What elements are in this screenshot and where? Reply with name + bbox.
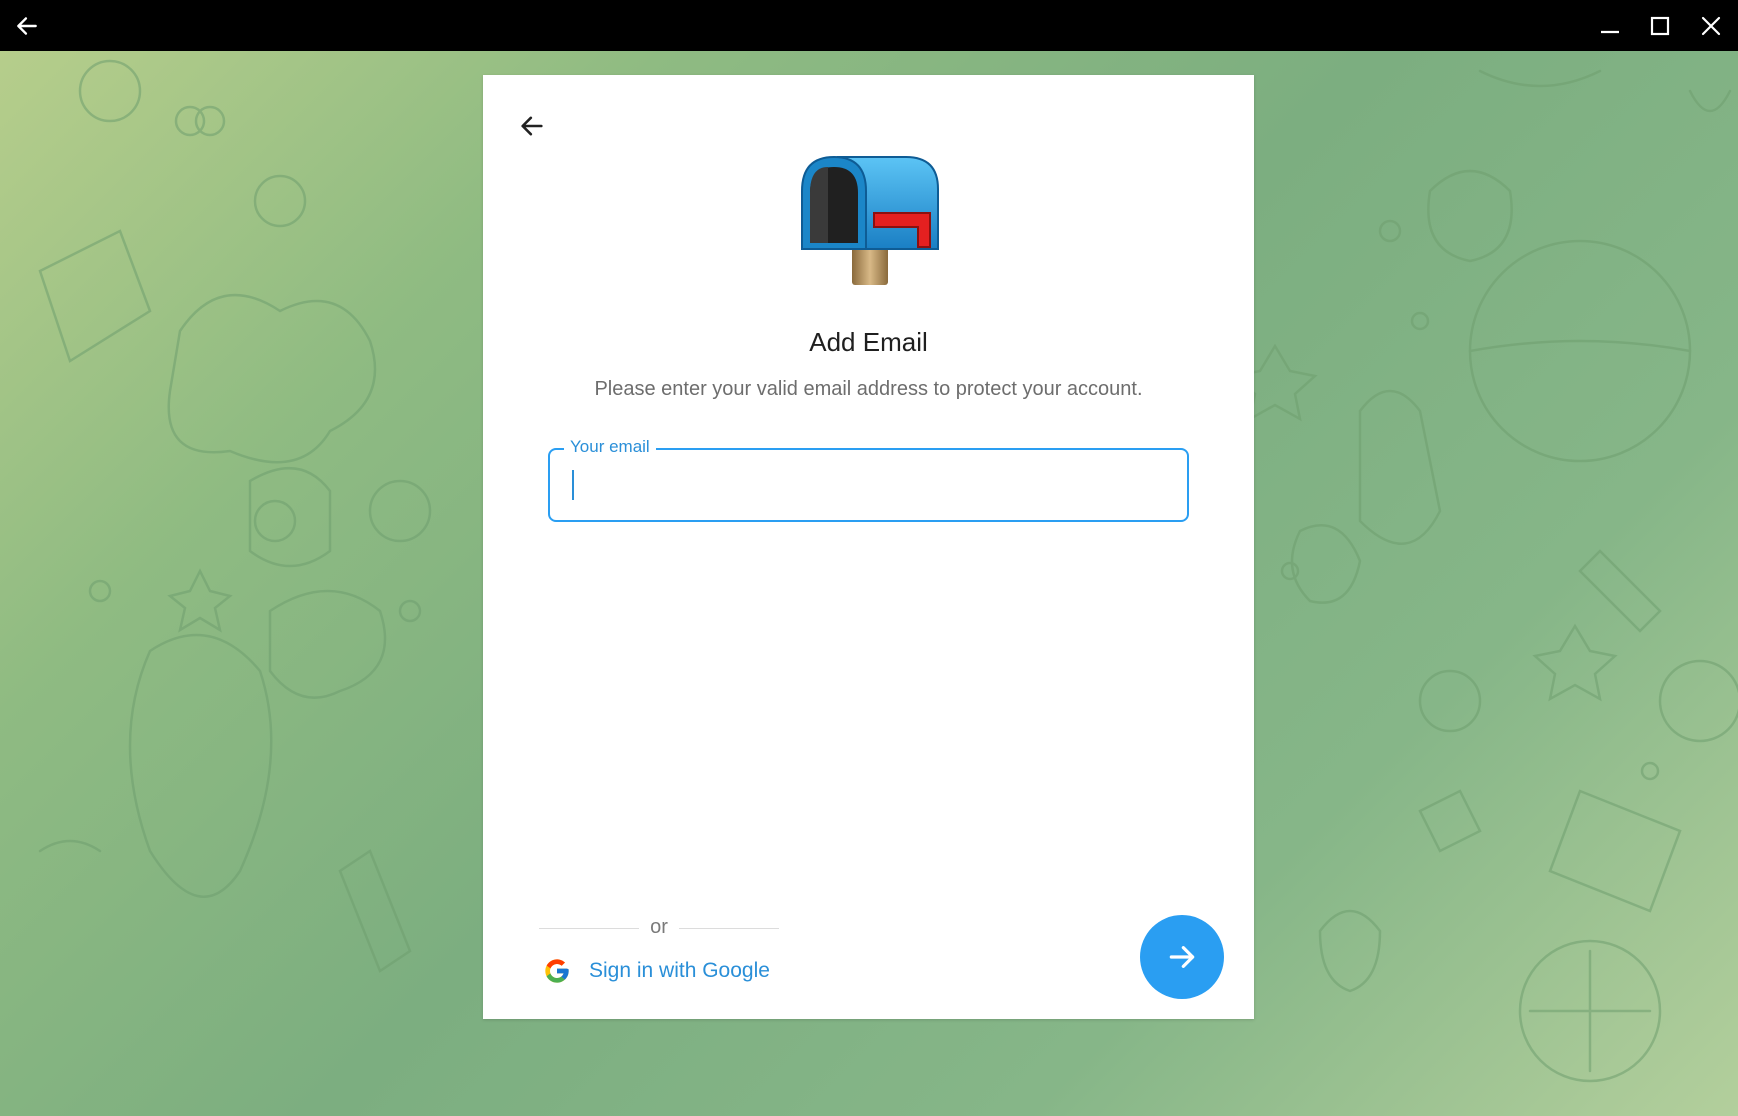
close-icon	[1701, 16, 1721, 35]
text-caret	[572, 470, 574, 500]
window-minimize-button[interactable]	[1585, 0, 1635, 51]
add-email-card: Add Email Please enter your valid email …	[483, 75, 1254, 1019]
page-subtitle: Please enter your valid email address to…	[594, 378, 1143, 400]
divider-line-right	[679, 928, 779, 929]
window-back-button[interactable]	[2, 0, 52, 51]
or-divider: or	[539, 913, 779, 943]
or-text: or	[650, 916, 668, 938]
next-button[interactable]	[1140, 915, 1224, 999]
page-title: Add Email	[809, 327, 928, 357]
sign-in-with-google-button[interactable]: Sign in with Google	[543, 951, 770, 991]
mailbox-icon	[801, 155, 939, 285]
window-close-button[interactable]	[1686, 0, 1736, 51]
google-icon	[545, 959, 569, 983]
window-title-bar	[0, 0, 1738, 51]
maximize-icon	[1650, 16, 1670, 35]
window-maximize-button[interactable]	[1635, 0, 1685, 51]
arrow-left-icon	[521, 116, 543, 136]
email-field[interactable]: Your email	[548, 437, 1189, 522]
back-button[interactable]	[512, 106, 552, 146]
sign-in-with-google-label: Sign in with Google	[589, 959, 770, 982]
arrow-right-icon	[1169, 946, 1195, 968]
divider-line-left	[539, 928, 639, 929]
email-field-label: Your email	[564, 437, 656, 457]
minimize-icon	[1601, 30, 1619, 33]
arrow-left-icon	[17, 16, 37, 35]
email-input[interactable]	[570, 465, 1170, 501]
